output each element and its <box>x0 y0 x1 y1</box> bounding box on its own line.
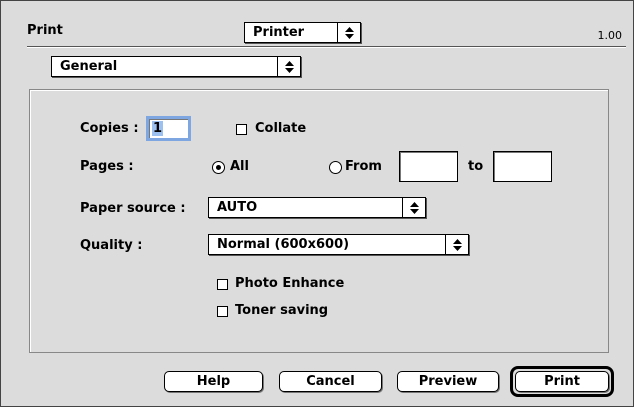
paper-source-value: AUTO <box>217 200 258 215</box>
up-down-arrows-icon <box>277 57 300 76</box>
copies-value: 1 <box>152 121 164 136</box>
printer-popup[interactable]: Printer <box>244 22 361 43</box>
dialog-title: Print <box>27 23 63 38</box>
printer-popup-label: Printer <box>253 25 305 40</box>
panel-popup[interactable]: General <box>51 56 301 77</box>
up-down-arrows-icon <box>445 235 468 254</box>
preview-button-label: Preview <box>418 374 478 389</box>
pages-to-label: to <box>468 159 484 174</box>
quality-popup[interactable]: Normal (600x600) <box>208 234 469 255</box>
cancel-button-label: Cancel <box>306 374 355 389</box>
driver-version: 1.00 <box>597 29 623 42</box>
quality-label: Quality : <box>80 238 143 253</box>
copies-label: Copies : <box>80 121 139 136</box>
photo-enhance-checkbox[interactable] <box>217 279 228 290</box>
toner-saving-label: Toner saving <box>235 303 329 318</box>
paper-source-label: Paper source : <box>80 201 186 216</box>
quality-value: Normal (600x600) <box>217 237 350 252</box>
preview-button[interactable]: Preview <box>397 371 499 392</box>
pages-all-label: All <box>230 159 249 174</box>
up-down-arrows-icon <box>402 198 425 217</box>
pages-from-radio[interactable] <box>329 161 342 174</box>
print-button-label: Print <box>544 374 580 389</box>
copies-field[interactable]: 1 <box>146 116 191 141</box>
collate-label: Collate <box>255 121 307 136</box>
photo-enhance-label: Photo Enhance <box>235 276 345 291</box>
up-down-arrows-icon <box>337 23 360 42</box>
collate-checkbox[interactable] <box>236 124 247 135</box>
toner-saving-checkbox[interactable] <box>217 306 228 317</box>
panel-popup-label: General <box>60 59 118 74</box>
help-button[interactable]: Help <box>164 371 263 392</box>
pages-from-field[interactable] <box>399 151 458 182</box>
print-button[interactable]: Print <box>515 371 609 392</box>
pages-all-radio[interactable] <box>212 161 225 174</box>
help-button-label: Help <box>196 374 231 389</box>
paper-source-popup[interactable]: AUTO <box>208 197 426 218</box>
pages-to-field[interactable] <box>493 151 552 182</box>
cancel-button[interactable]: Cancel <box>279 371 382 392</box>
pages-from-label: From <box>345 159 382 174</box>
pages-label: Pages : <box>80 159 134 174</box>
